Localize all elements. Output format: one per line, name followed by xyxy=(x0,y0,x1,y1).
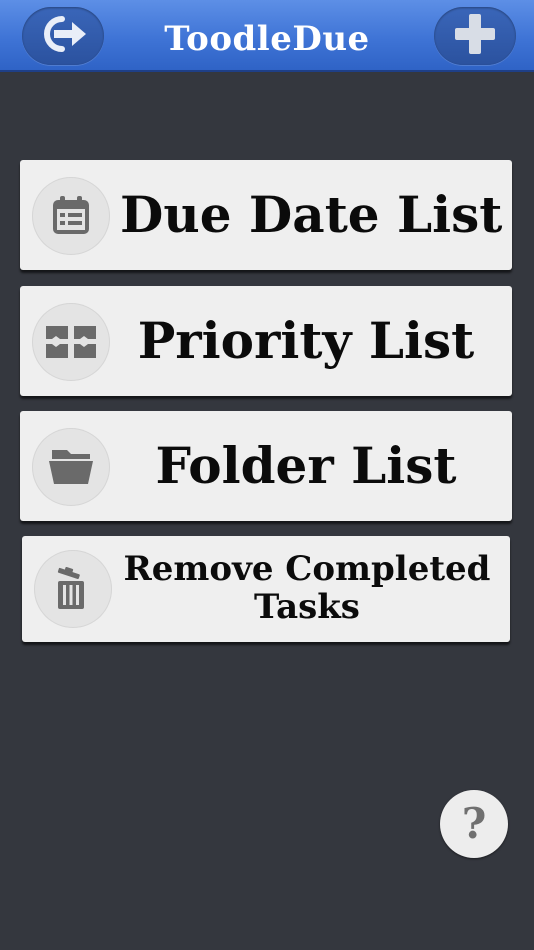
due-date-list-button[interactable]: Due Date List xyxy=(20,160,512,270)
priority-list-label: Priority List xyxy=(137,311,475,370)
priority-grid-icon xyxy=(32,303,110,381)
trash-icon xyxy=(34,550,112,628)
calendar-icon xyxy=(32,177,110,255)
app-header: ToodleDue xyxy=(0,0,534,72)
folder-list-label: Folder List xyxy=(155,436,457,495)
folder-list-button[interactable]: Folder List xyxy=(20,411,512,521)
add-button[interactable] xyxy=(434,7,516,65)
remove-completed-label-line1: Remove Completed xyxy=(123,549,491,589)
folder-icon xyxy=(32,428,110,506)
due-date-list-label: Due Date List xyxy=(120,185,503,244)
remove-completed-label-line2: Tasks xyxy=(254,587,360,627)
add-icon xyxy=(452,11,498,61)
logout-icon xyxy=(32,12,94,60)
priority-list-button[interactable]: Priority List xyxy=(20,286,512,396)
remove-completed-tasks-label: Remove Completed Tasks xyxy=(122,550,492,626)
app-title: ToodleDue xyxy=(164,19,370,59)
remove-completed-tasks-button[interactable]: Remove Completed Tasks xyxy=(22,536,510,642)
help-button[interactable]: ? xyxy=(440,790,508,858)
help-icon: ? xyxy=(461,799,487,848)
logout-button[interactable] xyxy=(22,7,104,65)
